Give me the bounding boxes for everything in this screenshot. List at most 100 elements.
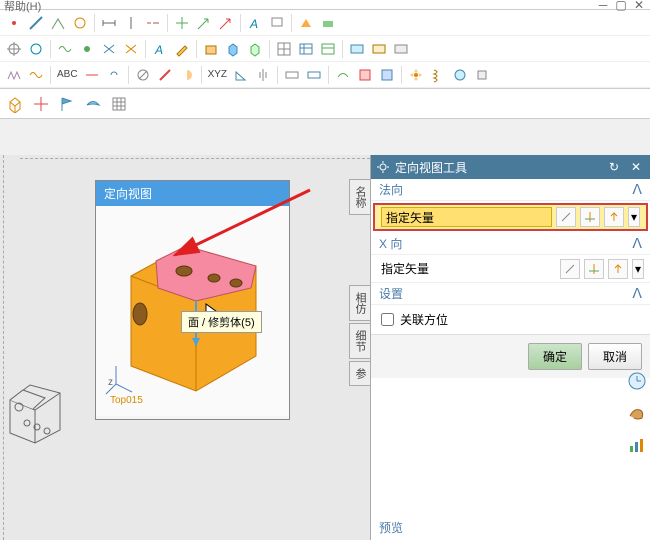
cancel-button[interactable]: 取消 — [588, 343, 642, 370]
tool-sym-icon[interactable] — [253, 65, 273, 85]
xyz-label: XYZ — [206, 69, 229, 80]
tool-angle2-icon[interactable] — [231, 65, 251, 85]
view-iso-icon[interactable] — [4, 93, 26, 115]
vector2-reverse-icon[interactable] — [608, 259, 628, 279]
tool-grid3-icon[interactable] — [347, 39, 367, 59]
panel-title: 定向视图工具 — [395, 159, 467, 176]
tool-cross-icon[interactable] — [172, 13, 192, 33]
tool-circ2-icon[interactable] — [26, 39, 46, 59]
orient-view-window: 定向视图 — [95, 180, 290, 420]
panel-body: 法向 ᐱ ▾ X 向 ᐱ ▾ 设置 ᐱ 关联方位 — [371, 179, 650, 540]
tool-flower-icon[interactable] — [406, 65, 426, 85]
tool-half-icon[interactable] — [177, 65, 197, 85]
tool-dia-icon[interactable] — [133, 65, 153, 85]
tool-grid4-icon[interactable] — [369, 39, 389, 59]
tool-weld-icon[interactable] — [296, 13, 316, 33]
drawing-canvas[interactable]: 定向视图 — [0, 155, 370, 540]
panel-close-icon[interactable]: ✕ — [628, 159, 644, 175]
tool-surf-icon[interactable] — [333, 65, 353, 85]
face-tooltip: 面 / 修剪体(5) — [181, 311, 262, 333]
tool-sect2-icon[interactable] — [377, 65, 397, 85]
tool-node-icon[interactable] — [77, 39, 97, 59]
tool-font-a-icon[interactable]: A — [150, 39, 170, 59]
tool-pen-icon[interactable] — [172, 39, 192, 59]
tool-spring-icon[interactable] — [428, 65, 448, 85]
section-normal[interactable]: 法向 ᐱ — [371, 179, 650, 201]
tool-annotate-icon[interactable] — [267, 13, 287, 33]
view-toolbar — [0, 89, 650, 119]
wireframe-part[interactable] — [5, 365, 75, 445]
tool-arrow-g-icon[interactable] — [194, 13, 214, 33]
view-grid-icon[interactable] — [108, 93, 130, 115]
collapse-icon[interactable]: ᐱ — [632, 235, 642, 252]
tool-text-a-icon[interactable]: A — [245, 13, 265, 33]
close-button[interactable]: ✕ — [632, 0, 646, 12]
vector-dropdown-icon[interactable]: ▾ — [628, 207, 640, 227]
toolbar-row-1: A — [0, 10, 650, 36]
tool-circle-icon[interactable] — [70, 13, 90, 33]
tool-point-icon[interactable] — [4, 13, 24, 33]
tool-valve-icon[interactable] — [99, 39, 119, 59]
tool-dim-v-icon[interactable] — [121, 13, 141, 33]
tool-sect-icon[interactable] — [355, 65, 375, 85]
tool-wave-icon[interactable] — [26, 65, 46, 85]
vector2-dropdown-icon[interactable]: ▾ — [632, 259, 644, 279]
orient-view-body[interactable]: 面 / 修剪体(5) z Top015 — [96, 206, 289, 416]
tool-ball-icon[interactable] — [450, 65, 470, 85]
vector-axis-icon[interactable] — [580, 207, 600, 227]
chart-icon[interactable] — [626, 434, 648, 456]
view-bird-icon[interactable] — [82, 93, 104, 115]
vector2-input[interactable] — [377, 259, 556, 279]
tool-slash-icon[interactable] — [155, 65, 175, 85]
vector-pick-icon[interactable] — [556, 207, 576, 227]
vector-reverse-icon[interactable] — [604, 207, 624, 227]
vector2-axis-icon[interactable] — [584, 259, 604, 279]
section-xdir[interactable]: X 向 ᐱ — [371, 233, 650, 255]
tool-line-icon[interactable] — [26, 13, 46, 33]
tool-arrow-r-icon[interactable] — [216, 13, 236, 33]
tool-box-o-icon[interactable] — [201, 39, 221, 59]
side-tab-name[interactable]: 名称 — [349, 179, 370, 215]
tool-dim-h-icon[interactable] — [99, 13, 119, 33]
vector1-input[interactable] — [381, 207, 552, 227]
tool-table2-icon[interactable] — [318, 39, 338, 59]
tool-link-icon[interactable] — [104, 65, 124, 85]
toolbar-row-2: A — [0, 36, 650, 62]
tool-angle-icon[interactable] — [48, 13, 68, 33]
tool-gtol2-icon[interactable] — [304, 65, 324, 85]
tool-dimh2-icon[interactable] — [82, 65, 102, 85]
tool-gtol-icon[interactable] — [282, 65, 302, 85]
tool-flow-icon[interactable] — [55, 39, 75, 59]
tool-zigzag-icon[interactable] — [4, 65, 24, 85]
tool-valve2-icon[interactable] — [121, 39, 141, 59]
tool-dim-chain-icon[interactable] — [143, 13, 163, 33]
axis-z-label: z — [108, 377, 113, 388]
assoc-orientation-row: 关联方位 — [371, 305, 650, 334]
collapse-icon[interactable]: ᐱ — [632, 285, 642, 302]
minimize-button[interactable]: ─ — [596, 0, 610, 12]
tool-extra-icon[interactable] — [472, 65, 492, 85]
tool-cube2-icon[interactable] — [245, 39, 265, 59]
assoc-orientation-checkbox[interactable] — [381, 313, 394, 326]
panel-refresh-icon[interactable]: ↻ — [606, 159, 622, 175]
collapse-icon[interactable]: ᐱ — [632, 181, 642, 198]
side-tab-similar[interactable]: 相仿 — [349, 285, 370, 321]
vector2-pick-icon[interactable] — [560, 259, 580, 279]
tool-table-icon[interactable] — [296, 39, 316, 59]
dragon-icon[interactable] — [626, 402, 648, 424]
tool-target-icon[interactable] — [4, 39, 24, 59]
tool-grid1-icon[interactable] — [274, 39, 294, 59]
side-tab-detail[interactable]: 细节 — [349, 323, 370, 359]
clock-icon[interactable] — [626, 370, 648, 392]
restore-button[interactable]: ▢ — [614, 0, 628, 12]
button-row: 确定 取消 — [371, 334, 650, 378]
section-settings[interactable]: 设置 ᐱ — [371, 283, 650, 305]
view-flag-icon[interactable] — [56, 93, 78, 115]
tool-cube-icon[interactable] — [223, 39, 243, 59]
tool-misc1-icon[interactable] — [318, 13, 338, 33]
side-tab-param[interactable]: 参 — [349, 361, 370, 386]
view-cross-icon[interactable] — [30, 93, 52, 115]
ok-button[interactable]: 确定 — [528, 343, 582, 370]
tool-grid5-icon[interactable] — [391, 39, 411, 59]
menu-help[interactable]: 帮助(H) — [4, 0, 41, 14]
